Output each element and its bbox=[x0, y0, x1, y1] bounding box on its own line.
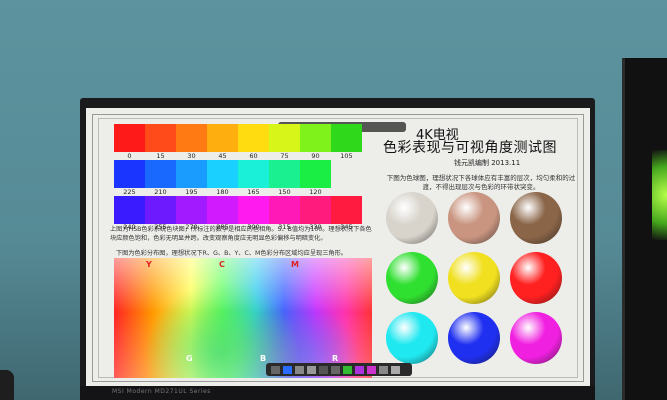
hue-swatch bbox=[238, 124, 269, 152]
color-sphere bbox=[448, 252, 500, 304]
hue-swatch bbox=[114, 124, 145, 152]
hue-swatch bbox=[207, 124, 238, 152]
hue-swatch bbox=[331, 196, 362, 224]
chart-title-line2: 色彩表现与可视角度测试图 bbox=[383, 140, 557, 156]
color-sphere bbox=[510, 252, 562, 304]
hue-swatch bbox=[269, 160, 300, 188]
toolbar-tool-icon[interactable] bbox=[319, 365, 328, 374]
hue-swatch bbox=[176, 160, 207, 188]
color-sphere bbox=[386, 192, 438, 244]
hue-row-1 bbox=[114, 124, 362, 152]
hue-swatch bbox=[238, 196, 269, 224]
hue-swatch bbox=[114, 196, 145, 224]
spectrum-label-c: C bbox=[219, 260, 225, 269]
hue-swatch bbox=[207, 160, 238, 188]
spectrum-label-g: G bbox=[186, 354, 193, 363]
toolbar-tool-icon[interactable] bbox=[367, 365, 376, 374]
toolbar-tool-icon[interactable] bbox=[283, 365, 292, 374]
viewer-bottom-toolbar[interactable] bbox=[266, 363, 412, 376]
hue-swatch bbox=[145, 160, 176, 188]
color-sphere bbox=[448, 312, 500, 364]
chair-edge bbox=[0, 370, 14, 400]
hue-description: 上图为HSB色彩系统色块图，所标注的数字是相应的色相角。S、B值均为100。理想… bbox=[110, 226, 372, 242]
spectrum-label-r: R bbox=[332, 354, 339, 363]
color-sphere bbox=[510, 312, 562, 364]
hue-swatch bbox=[238, 160, 269, 188]
monitor-screen: 0 15 30 45 60 75 90 105 225 210 195 180 165 150 120 2… bbox=[86, 108, 590, 386]
color-sphere bbox=[386, 312, 438, 364]
monitor-brand: MSI Modern MD271UL Series bbox=[112, 388, 211, 395]
hue-row-2 bbox=[114, 160, 331, 188]
hue-swatch bbox=[300, 160, 331, 188]
hue-swatch bbox=[176, 196, 207, 224]
toolbar-tool-icon[interactable] bbox=[295, 365, 304, 374]
hue-swatch bbox=[300, 124, 331, 152]
spectrum-label-b: B bbox=[260, 354, 267, 363]
hue-swatch bbox=[207, 196, 238, 224]
spectrum-label-y: Y bbox=[146, 260, 152, 269]
toolbar-tool-icon[interactable] bbox=[379, 365, 388, 374]
hue-swatch bbox=[176, 124, 207, 152]
pc-case-light bbox=[652, 150, 667, 240]
hue-swatch bbox=[269, 196, 300, 224]
color-sphere bbox=[386, 252, 438, 304]
hue-swatch bbox=[145, 196, 176, 224]
hue-row-3 bbox=[114, 196, 362, 224]
chart-author-date: 钱元凯编制 2013.11 bbox=[454, 159, 521, 167]
spectrum-description: 下图为色彩分布图，理想状况下R、G、B、Y、C、M色彩分布区域均应呈现三角形。 bbox=[116, 250, 347, 257]
hue-angle-label: 105 bbox=[340, 152, 353, 160]
toolbar-tool-icon[interactable] bbox=[355, 365, 364, 374]
toolbar-tool-icon[interactable] bbox=[271, 365, 280, 374]
toolbar-tool-icon[interactable] bbox=[391, 365, 400, 374]
color-sphere bbox=[448, 192, 500, 244]
toolbar-tool-icon[interactable] bbox=[307, 365, 316, 374]
hue-swatch bbox=[145, 124, 176, 152]
toolbar-tool-icon[interactable] bbox=[343, 365, 352, 374]
color-sphere bbox=[510, 192, 562, 244]
hue-swatch bbox=[331, 124, 362, 152]
hue-swatch bbox=[269, 124, 300, 152]
sphere-description: 下图为色球图，理想状况下各球体应有丰富的层次，均匀柔和的过渡，不得出现层次与色彩… bbox=[386, 174, 576, 191]
spectrum-label-m: M bbox=[291, 260, 299, 269]
hue-swatch bbox=[114, 160, 145, 188]
toolbar-tool-icon[interactable] bbox=[331, 365, 340, 374]
hue-swatch bbox=[300, 196, 331, 224]
